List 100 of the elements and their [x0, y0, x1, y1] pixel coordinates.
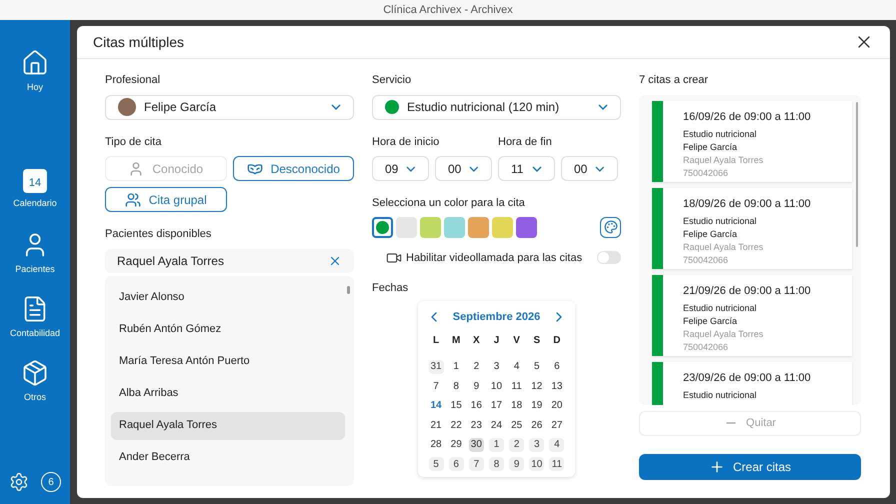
calendar-day[interactable]: 9 — [509, 457, 524, 471]
calendar-day[interactable]: 8 — [488, 457, 504, 471]
calendar-day[interactable]: 14 — [428, 398, 444, 412]
calendar-day[interactable]: 24 — [488, 418, 504, 432]
sidebar-item[interactable]: Hoy — [21, 48, 49, 96]
calendar-day[interactable]: 6 — [549, 360, 564, 374]
calendar-day[interactable]: 5 — [529, 360, 544, 374]
appointment-service: Estudio nutricional — [683, 128, 758, 141]
field-label: Hora de fin — [498, 134, 553, 150]
calendar-day[interactable]: 3 — [529, 438, 544, 452]
calendar-day[interactable]: 18 — [509, 398, 524, 412]
patient-item[interactable]: Ander Becerra — [111, 444, 345, 472]
create-button[interactable]: Crear citas — [639, 454, 861, 480]
calendar-day[interactable]: 4 — [509, 360, 524, 374]
color-swatch[interactable] — [492, 216, 513, 238]
calendar-day[interactable]: 30 — [468, 438, 484, 452]
calendar-day[interactable]: 11 — [549, 457, 564, 471]
calendar-day[interactable]: 21 — [428, 418, 444, 432]
dialog-title: Citas múltiples — [93, 32, 184, 52]
calendar-day[interactable]: 3 — [488, 360, 504, 374]
patient-search-field[interactable]: Raquel Ayala Torres — [105, 248, 354, 272]
appointment-type-button[interactable]: Cita grupal — [105, 187, 226, 212]
box-icon — [21, 359, 49, 388]
sidebar-item[interactable]: Contabilidad — [10, 294, 60, 342]
window-title: Clínica Archivex - Archivex — [383, 2, 513, 18]
chevron-down-icon — [598, 104, 608, 110]
color-swatch[interactable] — [468, 216, 489, 238]
chevron-down-icon — [406, 166, 416, 172]
service-select[interactable]: Estudio nutricional (120 min) — [372, 94, 621, 120]
calendar-day[interactable]: 4 — [549, 438, 564, 452]
calendar-day[interactable]: 19 — [529, 398, 544, 412]
plus-icon — [708, 458, 725, 474]
chevron-down-icon — [532, 166, 542, 172]
calendar-day[interactable]: 28 — [428, 438, 444, 452]
field-label: Tipo de cita — [105, 134, 162, 150]
calendar-day[interactable]: 2 — [509, 438, 524, 452]
section-label: 7 citas a crear — [639, 73, 710, 88]
calendar-month: Septiembre 2026 — [452, 310, 540, 324]
calendar-day[interactable]: 22 — [448, 418, 464, 432]
appointment-type-button[interactable]: Desconocido — [232, 156, 354, 181]
calendar-day[interactable]: 8 — [448, 379, 464, 393]
settings-icon[interactable] — [9, 472, 29, 492]
color-swatch[interactable] — [396, 216, 417, 238]
calendar-day[interactable]: 26 — [529, 418, 544, 432]
appointment-patient: Raquel Ayala Torres — [683, 154, 764, 167]
calendar-day[interactable]: 16 — [468, 398, 484, 412]
notification-badge[interactable]: 6 — [41, 472, 61, 492]
calendar-day[interactable]: 1 — [488, 438, 504, 452]
field-label: Selecciona un color para la cita — [372, 196, 526, 211]
appointment-phone: 750042066 — [683, 254, 730, 267]
calendar-day[interactable]: 10 — [488, 379, 504, 393]
field-label: Hora de inicio — [372, 134, 440, 150]
color-swatch[interactable] — [420, 216, 441, 238]
minute-select[interactable]: 00 — [561, 156, 618, 181]
calendar-day[interactable]: 15 — [448, 398, 464, 412]
appointment-time: 23/09/26 de 09:00 a 11:00 — [683, 370, 811, 386]
calendar-day[interactable]: 1 — [448, 360, 464, 374]
calendar-day[interactable]: 9 — [468, 379, 484, 393]
sidebar-item[interactable]: Otros — [21, 358, 49, 406]
color-swatch[interactable] — [516, 216, 537, 238]
calendar-day[interactable]: 7 — [428, 379, 444, 393]
professional-select[interactable]: Felipe García — [105, 94, 354, 120]
weekday-label: X — [473, 334, 480, 348]
patient-item[interactable]: Rubén Antón Gómez — [111, 316, 345, 344]
calendar-day[interactable]: 10 — [529, 457, 544, 471]
hour-select[interactable]: 09 — [372, 156, 429, 181]
calendar-day[interactable]: 6 — [448, 457, 464, 471]
patient-item[interactable]: Raquel Ayala Torres — [111, 412, 345, 440]
calendar-day[interactable]: 29 — [448, 438, 464, 452]
calendar-day[interactable]: 25 — [509, 418, 524, 432]
calendar-day[interactable]: 27 — [549, 418, 564, 432]
minute-select[interactable]: 00 — [435, 156, 492, 181]
calendar-day[interactable]: 11 — [509, 379, 524, 393]
calendar-day[interactable]: 7 — [468, 457, 484, 471]
patient-item[interactable]: Alba Arribas — [111, 380, 345, 408]
chevron-down-icon — [595, 166, 605, 172]
appointment-time: 21/09/26 de 09:00 a 11:00 — [683, 284, 811, 298]
calendar-day[interactable]: 17 — [488, 398, 504, 412]
weekday-label: V — [513, 334, 520, 348]
video-call-toggle[interactable] — [597, 251, 621, 264]
sidebar-item[interactable]: 14 Calendario — [13, 166, 57, 214]
hour-select[interactable]: 11 — [498, 156, 555, 181]
calendar-day[interactable]: 5 — [428, 457, 444, 471]
sidebar-item[interactable]: Pacientes — [15, 230, 55, 278]
calendar-day[interactable]: 2 — [468, 360, 484, 374]
weekday-label: L — [433, 334, 440, 348]
appointment-phone: 750042066 — [683, 167, 730, 180]
color-swatch[interactable] — [444, 216, 465, 238]
calendar-day[interactable]: 23 — [468, 418, 484, 432]
calendar-day[interactable]: 20 — [549, 398, 564, 412]
appointment-phone: 750042066 — [683, 341, 730, 354]
calendar-day[interactable]: 13 — [549, 379, 564, 393]
patient-item[interactable]: María Teresa Antón Puerto — [111, 348, 345, 376]
palette-button[interactable] — [600, 216, 621, 238]
field-label: Pacientes disponibles — [105, 227, 212, 242]
patient-item[interactable]: Javier Alonso — [111, 284, 345, 312]
weekday-label: D — [553, 334, 561, 348]
calendar-day[interactable]: 31 — [428, 360, 444, 374]
color-swatch[interactable] — [372, 216, 393, 238]
calendar-day[interactable]: 12 — [529, 379, 544, 393]
